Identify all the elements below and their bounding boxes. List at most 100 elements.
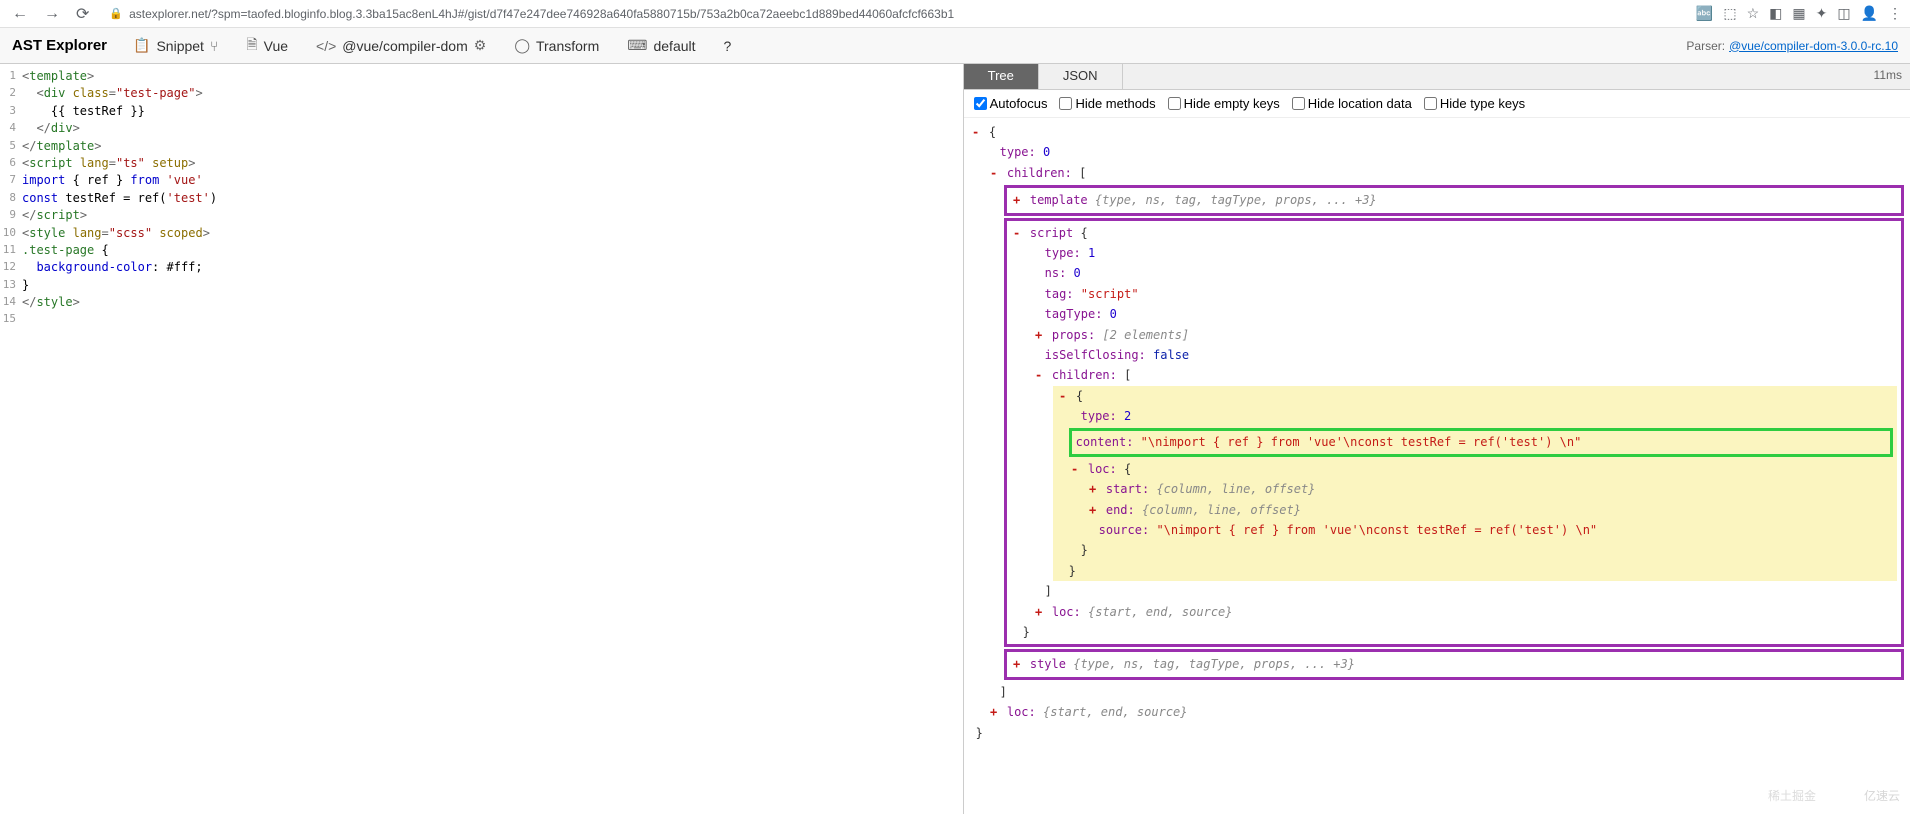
collapse-icon[interactable]: - [1011, 223, 1023, 243]
code-content[interactable]: import { ref } from 'vue' [22, 172, 963, 189]
collapse-icon[interactable]: - [1033, 365, 1045, 385]
output-tabs: Tree JSON 11ms [964, 64, 1910, 90]
gear-icon: ⚙ [474, 37, 487, 54]
code-line[interactable]: 1<template> [0, 68, 963, 85]
line-number: 13 [0, 277, 22, 294]
help-icon: ? [724, 38, 732, 54]
ast-tree[interactable]: - { type: 0 - children: [ + template {ty… [964, 118, 1910, 814]
language-menu[interactable]: 🗎 Vue [236, 30, 298, 62]
code-line[interactable]: 12 background-color: #fff; [0, 259, 963, 276]
expand-icon[interactable]: + [988, 702, 1000, 722]
expand-icon[interactable]: + [1011, 190, 1023, 210]
translate-icon[interactable]: 🔤 [1696, 5, 1713, 22]
code-line[interactable]: 10<style lang="scss" scoped> [0, 225, 963, 242]
collapse-icon[interactable]: - [970, 122, 982, 142]
watermark-1: 稀土掘金 [1768, 787, 1816, 804]
line-number: 12 [0, 259, 22, 276]
back-icon[interactable]: ← [8, 3, 32, 25]
code-line[interactable]: 11.test-page { [0, 242, 963, 259]
opt-hide-type[interactable]: Hide type keys [1424, 96, 1525, 111]
opt-hide-methods[interactable]: Hide methods [1059, 96, 1155, 111]
code-line[interactable]: 4 </div> [0, 120, 963, 137]
code-line[interactable]: 8const testRef = ref('test') [0, 190, 963, 207]
app-icon[interactable]: ⬚ [1723, 5, 1736, 22]
code-content[interactable]: </div> [22, 120, 963, 137]
collapse-icon[interactable]: - [988, 163, 1000, 183]
code-line[interactable]: 13} [0, 277, 963, 294]
code-content[interactable]: </script> [22, 207, 963, 224]
puzzle-icon[interactable]: ✦ [1816, 5, 1828, 22]
app-toolbar: AST Explorer 📋 Snippet ⑂ 🗎 Vue </> @vue/… [0, 28, 1910, 64]
code-editor[interactable]: 1<template>2 <div class="test-page">3 {{… [0, 64, 963, 814]
default-menu[interactable]: ⌨ default [617, 33, 705, 58]
lock-icon: 🔒 [109, 7, 123, 20]
address-bar[interactable]: 🔒 astexplorer.net/?spm=taofed.bloginfo.b… [101, 7, 1687, 21]
browser-bar: ← → ⟳ 🔒 astexplorer.net/?spm=taofed.blog… [0, 0, 1910, 28]
forward-icon[interactable]: → [40, 3, 64, 25]
ext2-icon[interactable]: ▦ [1792, 5, 1805, 22]
script-node-box: - script { type: 1 ns: 0 tag: "script" t… [1004, 218, 1904, 648]
code-line[interactable]: 6<script lang="ts" setup> [0, 155, 963, 172]
transform-menu[interactable]: ◯ Transform [504, 33, 609, 58]
default-label: default [653, 38, 695, 54]
code-content[interactable] [22, 311, 963, 327]
ext1-icon[interactable]: ◧ [1769, 5, 1782, 22]
code-line[interactable]: 15 [0, 311, 963, 327]
line-number: 10 [0, 225, 22, 242]
line-number: 11 [0, 242, 22, 259]
code-line[interactable]: 3 {{ testRef }} [0, 103, 963, 120]
code-line[interactable]: 9</script> [0, 207, 963, 224]
url-text: astexplorer.net/?spm=taofed.bloginfo.blo… [129, 7, 954, 21]
line-number: 2 [0, 85, 22, 102]
code-content[interactable]: {{ testRef }} [22, 103, 963, 120]
opt-autofocus[interactable]: Autofocus [974, 96, 1048, 111]
hide-empty-checkbox[interactable] [1168, 97, 1181, 110]
parser-link[interactable]: @vue/compiler-dom-3.0.0-rc.10 [1729, 39, 1898, 53]
code-line[interactable]: 5</template> [0, 138, 963, 155]
tab-json[interactable]: JSON [1039, 64, 1123, 89]
opt-hide-empty[interactable]: Hide empty keys [1168, 96, 1280, 111]
compiler-menu[interactable]: </> @vue/compiler-dom ⚙ [306, 33, 496, 58]
line-number: 7 [0, 172, 22, 189]
watermark-2: 亿速云 [1864, 787, 1900, 804]
opt-hide-loc[interactable]: Hide location data [1292, 96, 1412, 111]
clipboard-icon: 📋 [133, 37, 150, 54]
expand-icon[interactable]: + [1087, 500, 1099, 520]
snippet-menu[interactable]: 📋 Snippet ⑂ [123, 33, 228, 58]
code-line[interactable]: 7import { ref } from 'vue' [0, 172, 963, 189]
autofocus-checkbox[interactable] [974, 97, 987, 110]
code-content[interactable]: <script lang="ts" setup> [22, 155, 963, 172]
expand-icon[interactable]: + [1011, 654, 1023, 674]
menu-icon[interactable]: ⋮ [1888, 5, 1902, 22]
star-icon[interactable]: ☆ [1747, 5, 1760, 22]
reload-icon[interactable]: ⟳ [72, 2, 93, 26]
toggle-icon: ◯ [514, 37, 530, 54]
tab-tree[interactable]: Tree [964, 64, 1039, 89]
expand-icon[interactable]: + [1087, 479, 1099, 499]
code-content[interactable]: </template> [22, 138, 963, 155]
parser-label: Parser: [1686, 39, 1725, 53]
code-content[interactable]: <template> [22, 68, 963, 85]
hide-loc-checkbox[interactable] [1292, 97, 1305, 110]
code-content[interactable]: } [22, 277, 963, 294]
code-content[interactable]: </style> [22, 294, 963, 311]
code-content[interactable]: <div class="test-page"> [22, 85, 963, 102]
hide-type-checkbox[interactable] [1424, 97, 1437, 110]
panel-icon[interactable]: ◫ [1837, 5, 1850, 22]
expand-icon[interactable]: + [1033, 325, 1045, 345]
code-line[interactable]: 2 <div class="test-page"> [0, 85, 963, 102]
code-content[interactable]: background-color: #fff; [22, 259, 963, 276]
code-content[interactable]: .test-page { [22, 242, 963, 259]
keyboard-icon: ⌨ [627, 37, 647, 54]
hide-methods-checkbox[interactable] [1059, 97, 1072, 110]
file-icon: 🗎 [246, 34, 257, 58]
code-content[interactable]: const testRef = ref('test') [22, 190, 963, 207]
extension-icons: 🔤 ⬚ ☆ ◧ ▦ ✦ ◫ 👤 ⋮ [1696, 5, 1902, 22]
collapse-icon[interactable]: - [1057, 386, 1069, 406]
expand-icon[interactable]: + [1033, 602, 1045, 622]
collapse-icon[interactable]: - [1069, 459, 1081, 479]
code-line[interactable]: 14</style> [0, 294, 963, 311]
help-button[interactable]: ? [714, 34, 742, 58]
profile-icon[interactable]: 👤 [1861, 5, 1878, 22]
code-content[interactable]: <style lang="scss" scoped> [22, 225, 963, 242]
